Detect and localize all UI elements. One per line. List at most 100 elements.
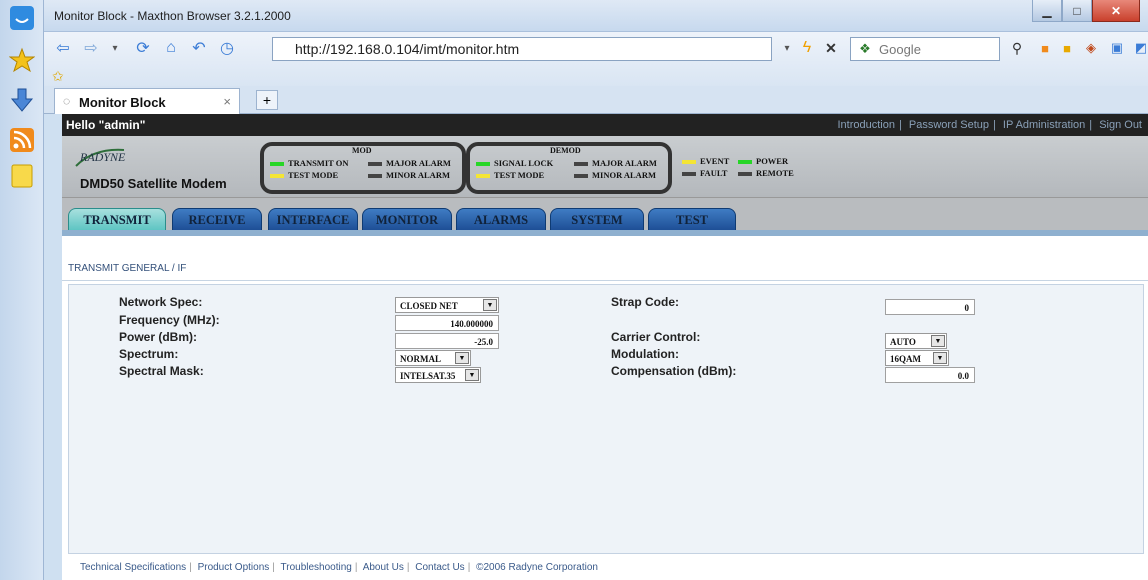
led-remote: REMOTE <box>738 168 794 178</box>
forward-arrow-icon[interactable]: ⇨ <box>80 37 102 59</box>
led-fault: FAULT <box>682 168 727 178</box>
snap-toolbar-icon[interactable]: ▣ <box>1106 37 1128 59</box>
tab-monitor[interactable]: MONITOR <box>362 208 452 230</box>
search-magnifier-icon[interactable]: ⚲ <box>1006 37 1028 59</box>
add-favorite-star-icon[interactable]: ✩ <box>52 68 64 85</box>
history-dropdown-icon[interactable]: ▾ <box>104 37 126 59</box>
about-us-link[interactable]: About Us <box>363 562 404 573</box>
transmit-form-panel: Network Spec: CLOSED NET ▼ Frequency (MHz… <box>68 284 1144 554</box>
tab-test[interactable]: TEST <box>648 208 736 230</box>
network-spec-label: Network Spec: <box>119 295 203 309</box>
mod-box-title: MOD <box>352 146 372 155</box>
page-footer: Technical Specifications | Product Option… <box>80 562 598 573</box>
troubleshooting-link[interactable]: Troubleshooting <box>281 562 352 573</box>
back-arrow-icon[interactable]: ⇦ <box>52 37 74 59</box>
undo-close-icon[interactable]: ↶ <box>188 37 210 59</box>
carrier-control-select[interactable]: AUTO ▼ <box>885 333 947 349</box>
chevron-down-icon: ▼ <box>465 369 479 381</box>
led-demod-major-alarm: MAJOR ALARM <box>574 158 657 168</box>
spectral-mask-label: Spectral Mask: <box>119 364 204 378</box>
product-options-link[interactable]: Product Options <box>198 562 270 573</box>
notepad-icon[interactable] <box>8 162 36 190</box>
chevron-down-icon: ▼ <box>931 335 945 347</box>
content-frame: TRANSMIT GENERAL / IF Network Spec: CLOS… <box>62 236 1148 580</box>
frequency-label: Frequency (MHz): <box>119 313 220 327</box>
compensation-label: Compensation (dBm): <box>611 364 737 378</box>
chevron-down-icon: ▼ <box>933 352 947 364</box>
browser-toolbar: ⇦ ⇨ ▾ ⟳ ⌂ ↶ ◷ http://192.168.0.104/imt/m… <box>44 32 1148 86</box>
search-engine-icon[interactable]: ❖ <box>854 38 876 60</box>
tools-toolbar-icon[interactable]: ◈ <box>1080 37 1102 59</box>
top-links: Introduction | Password Setup | IP Adminis… <box>837 119 1142 131</box>
carrier-control-label: Carrier Control: <box>611 330 701 344</box>
section-title: TRANSMIT GENERAL / IF <box>68 263 187 274</box>
led-transmit-on: TRANSMIT ON <box>270 158 349 168</box>
led-demod-test-mode: TEST MODE <box>476 170 544 180</box>
frequency-input[interactable]: 140.000000 <box>395 315 499 331</box>
lightning-icon[interactable]: ϟ <box>796 37 818 59</box>
compensation-input[interactable]: 0.0 <box>885 367 975 383</box>
download-arrow-icon[interactable] <box>8 86 36 114</box>
tab-strip: ◌ Monitor Block × + <box>44 86 1148 114</box>
spectral-mask-select[interactable]: INTELSAT.35 ▼ <box>395 367 481 383</box>
copyright-text: ©2006 Radyne Corporation <box>476 562 598 573</box>
password-setup-link[interactable]: Password Setup <box>909 119 989 131</box>
tab-receive[interactable]: RECEIVE <box>172 208 262 230</box>
ip-administration-link[interactable]: IP Administration <box>1003 119 1085 131</box>
web-page: Hello "admin" Introduction | Password Set… <box>62 114 1148 580</box>
close-window-button[interactable]: ✕ <box>1092 0 1140 22</box>
chevron-down-icon: ▼ <box>455 352 469 364</box>
favorites-star-icon[interactable] <box>8 46 36 74</box>
strap-code-input[interactable]: 0 <box>885 299 975 315</box>
home-icon[interactable]: ⌂ <box>160 37 182 59</box>
window-titlebar: Monitor Block - Maxthon Browser 3.2.1.20… <box>44 0 1148 32</box>
spectrum-label: Spectrum: <box>119 347 179 361</box>
spectrum-select[interactable]: NORMAL ▼ <box>395 350 471 366</box>
stop-icon[interactable]: ✕ <box>820 37 842 59</box>
tab-favicon-icon: ◌ <box>63 94 71 108</box>
minimize-button[interactable]: ▁ <box>1032 0 1062 22</box>
refresh-icon[interactable]: ⟳ <box>132 37 154 59</box>
led-event: EVENT <box>682 156 729 166</box>
maximize-button[interactable]: □ <box>1062 0 1092 22</box>
radyne-logo-text: RADYNE <box>80 150 126 164</box>
power-input[interactable]: -25.0 <box>395 333 499 349</box>
extensions-toolbar-icon[interactable]: ◩ <box>1130 37 1148 59</box>
section-divider <box>62 280 1148 281</box>
led-signal-lock: SIGNAL LOCK <box>476 158 553 168</box>
user-bar: Hello "admin" Introduction | Password Set… <box>62 114 1148 136</box>
modulation-select[interactable]: 16QAM ▼ <box>885 350 949 366</box>
rss-feed-icon[interactable] <box>8 126 36 154</box>
strap-code-label: Strap Code: <box>611 295 680 309</box>
rss-toolbar-icon[interactable]: ■ <box>1034 37 1056 59</box>
tab-alarms[interactable]: ALARMS <box>456 208 546 230</box>
power-label: Power (dBm): <box>119 330 197 344</box>
address-bar[interactable]: http://192.168.0.104/imt/monitor.htm <box>272 37 772 61</box>
history-clock-icon[interactable]: ◷ <box>216 37 238 59</box>
tab-system[interactable]: SYSTEM <box>550 208 644 230</box>
sign-out-link[interactable]: Sign Out <box>1099 119 1142 131</box>
demod-box-title: DEMOD <box>550 146 581 155</box>
notes-toolbar-icon[interactable]: ■ <box>1056 37 1078 59</box>
led-mod-minor-alarm: MINOR ALARM <box>368 170 450 180</box>
user-greeting: Hello "admin" <box>66 118 146 132</box>
address-dropdown-icon[interactable]: ▾ <box>776 37 798 59</box>
network-spec-select[interactable]: CLOSED NET ▼ <box>395 297 499 313</box>
tab-interface[interactable]: INTERFACE <box>268 208 358 230</box>
tab-close-button[interactable]: × <box>223 94 231 109</box>
contact-us-link[interactable]: Contact Us <box>415 562 464 573</box>
main-nav: TRANSMIT RECEIVE INTERFACE MONITOR ALARM… <box>62 198 1148 236</box>
maxthon-logo-icon[interactable] <box>8 4 36 32</box>
demod-status-box: DEMOD SIGNAL LOCK MAJOR ALARM TEST MODE … <box>466 142 672 194</box>
led-mod-test-mode: TEST MODE <box>270 170 338 180</box>
window-title: Monitor Block - Maxthon Browser 3.2.1.20… <box>54 9 291 23</box>
introduction-link[interactable]: Introduction <box>837 119 894 131</box>
new-tab-button[interactable]: + <box>256 90 278 110</box>
tab-transmit[interactable]: TRANSMIT <box>68 208 166 230</box>
tech-specs-link[interactable]: Technical Specifications <box>80 562 186 573</box>
modulation-label: Modulation: <box>611 347 679 361</box>
led-power: POWER <box>738 156 788 166</box>
quick-access-sidebar <box>0 0 44 580</box>
device-header: RADYNE DMD50 Satellite Modem MOD TRANSMI… <box>62 136 1148 198</box>
browser-tab[interactable]: ◌ Monitor Block × <box>54 88 240 114</box>
